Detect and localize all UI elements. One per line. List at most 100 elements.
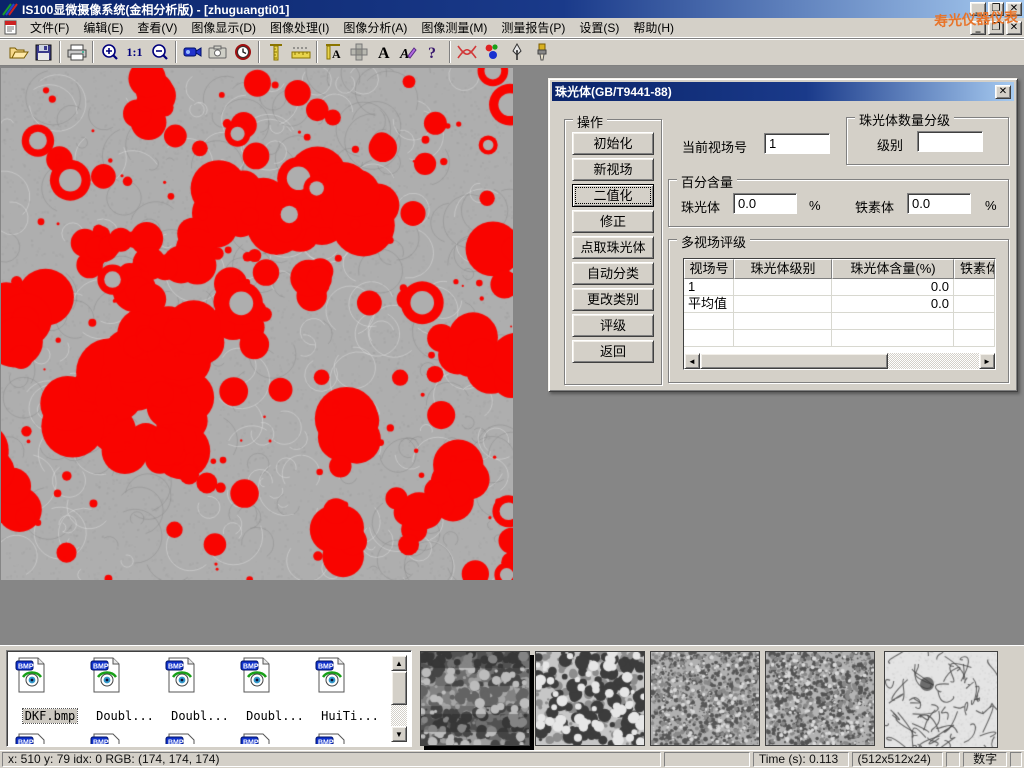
child-restore-button[interactable]: ❐ [988,21,1004,35]
merge-grid-icon[interactable] [346,40,371,64]
operations-group-label: 操作 [573,112,607,131]
status-time: Time (s): 0.113 [753,752,849,767]
measure-vertical-icon[interactable] [263,40,288,64]
current-field-input[interactable] [764,133,830,154]
save-icon[interactable] [31,40,56,64]
menu-file[interactable]: 文件(F) [23,17,76,38]
minimize-button[interactable]: _ [970,2,986,16]
menu-settings[interactable]: 设置(S) [572,17,626,38]
menu-image-process[interactable]: 图像处理(I) [263,17,336,38]
zoom-in-icon[interactable] [97,40,122,64]
print-icon[interactable] [64,40,89,64]
close-button[interactable]: ✕ [1006,2,1022,16]
menu-image-measure[interactable]: 图像测量(M) [414,17,494,38]
auto-classify-button[interactable]: 自动分类 [572,262,654,285]
menu-image-analyze[interactable]: 图像分析(A) [336,17,414,38]
rate-button[interactable]: 评级 [572,314,654,337]
snapshot-icon[interactable] [205,40,230,64]
restore-button[interactable]: ❐ [988,2,1004,16]
file-item[interactable]: BMP Doubl... [90,657,160,723]
correct-button[interactable]: 修正 [572,210,654,233]
table-hscrollbar[interactable]: ◄ ► [684,353,995,369]
table-row-empty [684,313,995,330]
micrograph-image[interactable] [1,68,513,580]
zoom-out-icon[interactable] [147,40,172,64]
thumbnail-4[interactable] [765,651,875,746]
text-edit-icon[interactable]: A [396,40,421,64]
curve-tool-icon[interactable] [454,40,479,64]
cell-content: 0.0 [832,296,954,312]
svg-text:A: A [378,45,390,60]
file-name[interactable]: Doubl... [169,709,231,723]
scroll-right-icon[interactable]: ► [979,353,995,369]
file-list-vscrollbar[interactable]: ▲ ▼ [391,655,407,742]
file-list[interactable]: BMP DKF.bmp BMP Doubl... BMP [6,650,412,747]
actual-size-icon[interactable]: 1:1 [122,40,147,64]
operations-group: 操作 初始化 新视场 二值化 修正 点取珠光体 自动分类 更改类别 评级 返回 [564,119,662,385]
menu-image-display[interactable]: 图像显示(D) [184,17,263,38]
file-item-partial[interactable]: BMP [165,733,235,744]
document-icon [4,20,19,35]
draw-pen-icon[interactable] [504,40,529,64]
scroll-down-icon[interactable]: ▼ [391,726,407,742]
table-row[interactable]: 平均值 0.0 [684,296,995,313]
vscroll-thumb[interactable] [391,671,407,705]
table-row[interactable]: 1 0.0 [684,279,995,296]
pearlite-input[interactable] [733,193,797,214]
file-item-partial[interactable]: BMP [15,733,85,744]
text-label-icon[interactable]: A [371,40,396,64]
thumbnail-3[interactable] [650,651,760,746]
measure-length-icon[interactable] [288,40,313,64]
file-item-partial[interactable]: BMP [90,733,160,744]
child-minimize-button[interactable]: _ [970,21,986,35]
toolbar-separator [449,41,451,63]
new-field-button[interactable]: 新视场 [572,158,654,181]
file-item[interactable]: BMP HuiTi... [315,657,385,723]
hscroll-thumb[interactable] [700,353,888,369]
rating-table[interactable]: 视场号 珠光体级别 珠光体含量(%) 铁素体含量(%) 1 0.0 平均值 [683,258,996,370]
menu-edit[interactable]: 编辑(E) [76,17,130,38]
help-icon[interactable]: ? [421,40,446,64]
open-file-icon[interactable] [6,40,31,64]
file-item[interactable]: BMP Doubl... [165,657,235,723]
child-close-button[interactable]: ✕ [1006,21,1022,35]
table-row-empty [684,330,995,347]
dialog-close-button[interactable]: ✕ [995,85,1011,99]
grade-input[interactable] [917,131,983,152]
toolbar-separator [175,41,177,63]
scroll-up-icon[interactable]: ▲ [391,655,407,671]
pick-pearlite-button[interactable]: 点取珠光体 [572,236,654,259]
file-name[interactable]: HuiTi... [319,709,381,723]
thumbnail-5[interactable] [884,651,998,748]
file-item-partial[interactable]: BMP [315,733,385,744]
toolbar-separator [316,41,318,63]
phase-mark-icon[interactable] [479,40,504,64]
thumbnail-2[interactable] [535,651,645,746]
dialog-title-bar[interactable]: 珠光体(GB/T9441-88) ✕ [552,82,1014,101]
bmp-file-icon: BMP [165,657,197,693]
fill-brush-icon[interactable] [529,40,554,64]
scroll-left-icon[interactable]: ◄ [684,353,700,369]
file-item[interactable]: BMP Doubl... [240,657,310,723]
ferrite-input[interactable] [907,193,971,214]
status-bar: x: 510 y: 79 idx: 0 RGB: (174, 174, 174)… [0,750,1024,768]
init-button[interactable]: 初始化 [572,132,654,155]
file-item-partial[interactable]: BMP [240,733,310,744]
file-item[interactable]: BMP DKF.bmp [15,657,85,723]
return-button[interactable]: 返回 [572,340,654,363]
change-class-button[interactable]: 更改类别 [572,288,654,311]
video-capture-icon[interactable] [180,40,205,64]
menu-help[interactable]: 帮助(H) [626,17,681,38]
menu-view[interactable]: 查看(V) [130,17,184,38]
timer-icon[interactable] [230,40,255,64]
thumbnail-1[interactable] [420,651,530,746]
svg-text:BMP: BMP [318,664,334,671]
measure-annotate-icon[interactable]: A [321,40,346,64]
menu-report[interactable]: 测量报告(P) [494,17,572,38]
file-name[interactable]: Doubl... [94,709,156,723]
binarize-button[interactable]: 二值化 [572,184,654,207]
menu-bar: 文件(F) 编辑(E) 查看(V) 图像显示(D) 图像处理(I) 图像分析(A… [0,18,1024,38]
file-name[interactable]: Doubl... [244,709,306,723]
cell-ferrite [954,279,995,295]
file-name[interactable]: DKF.bmp [23,709,78,723]
